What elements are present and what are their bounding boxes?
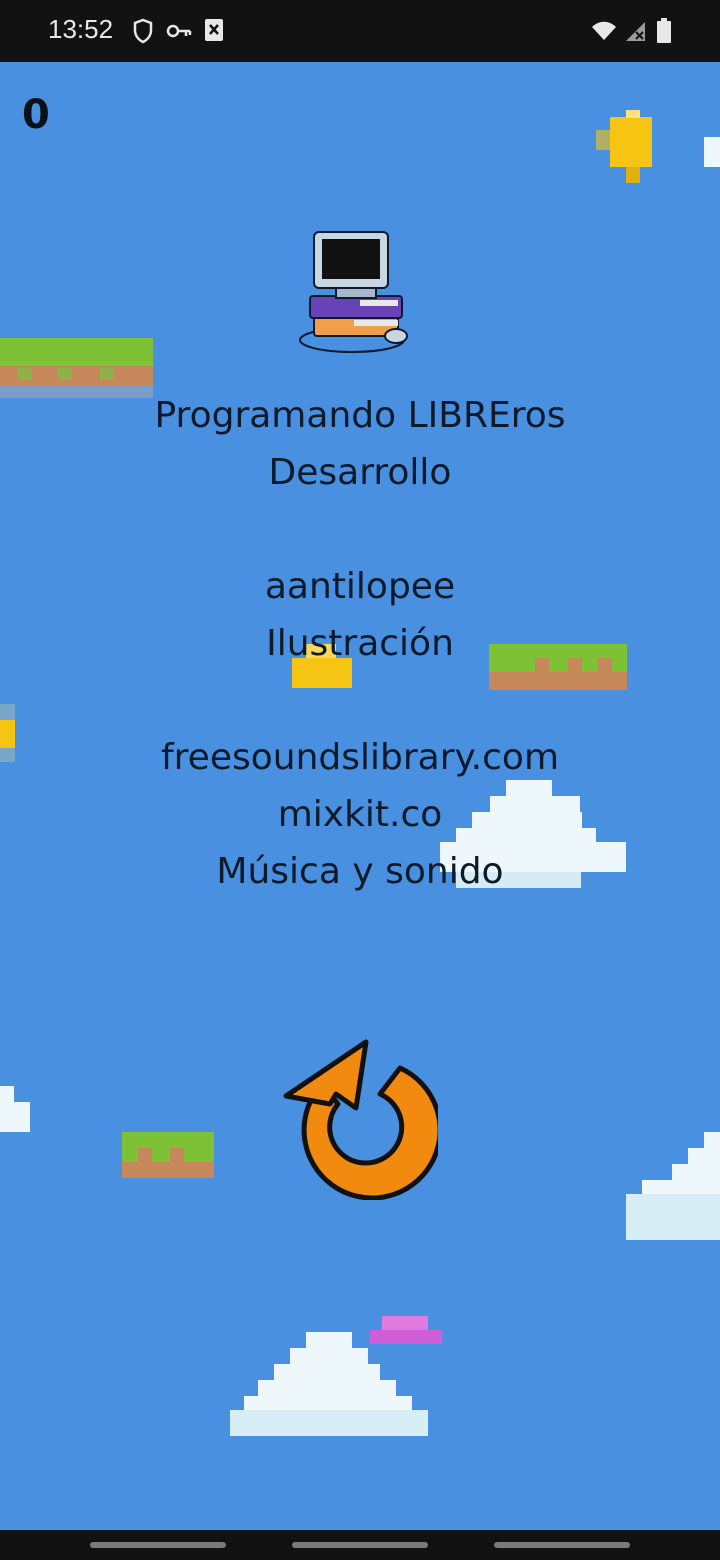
nav-back-button[interactable] xyxy=(494,1542,630,1548)
shield-icon xyxy=(133,18,153,44)
credit-sound-source-1: freesoundslibrary.com xyxy=(160,737,560,778)
credit-dev-role: Desarrollo xyxy=(268,452,452,493)
wifi-icon xyxy=(590,20,618,42)
battery-icon xyxy=(656,18,672,44)
status-time: 13:52 xyxy=(48,14,114,44)
restart-arrow-icon xyxy=(283,1039,438,1200)
cloud-sprite xyxy=(704,137,720,167)
credit-illustration-role: Ilustración xyxy=(266,623,454,664)
grass-block xyxy=(122,1132,214,1178)
nav-home-button[interactable] xyxy=(292,1542,428,1548)
computer-books-logo xyxy=(296,226,412,354)
restart-button[interactable] xyxy=(282,1038,438,1200)
credit-sound-role: Música y sonido xyxy=(216,851,504,892)
score-counter: 0 xyxy=(22,92,50,138)
game-screen: 0 Programando LIBREros Desarrollo aantil… xyxy=(0,62,720,1530)
coin-sprite xyxy=(596,110,652,183)
notification-x-icon xyxy=(204,18,224,42)
cloud-sprite-bottom xyxy=(230,1332,428,1436)
nav-recents-button[interactable] xyxy=(90,1542,226,1548)
credit-illustrator: aantilopee xyxy=(264,566,456,607)
signal-icon xyxy=(624,20,646,42)
status-bar: 13:52 xyxy=(0,0,720,62)
navigation-bar xyxy=(0,1530,720,1560)
key-icon xyxy=(166,22,192,40)
pink-sprite xyxy=(370,1316,442,1344)
cloud-sprite-left xyxy=(0,1086,30,1132)
credit-sound-source-2: mixkit.co xyxy=(277,794,443,835)
credit-dev-title: Programando LIBREros xyxy=(154,395,566,436)
credits-text: Programando LIBREros Desarrollo aantilop… xyxy=(0,387,720,900)
cloud-sprite-bottom-right xyxy=(626,1132,720,1240)
